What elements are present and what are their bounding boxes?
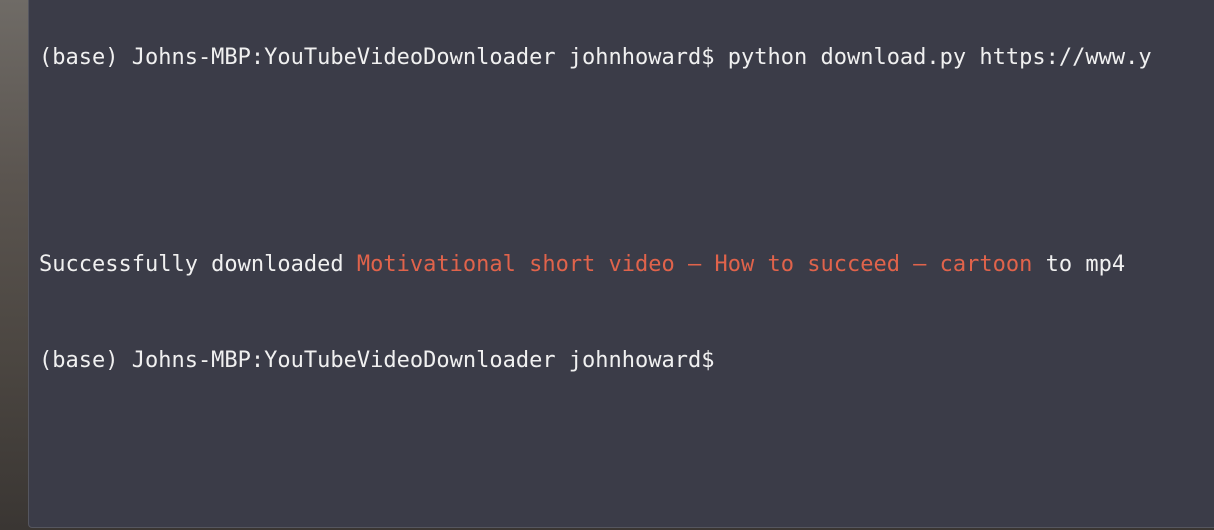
success-prefix-text: Successfully downloaded (39, 252, 357, 277)
terminal-command-line: (base) Johns-MBP:YouTubeVideoDownloader … (39, 45, 1152, 70)
success-suffix-text: to mp4 (1032, 252, 1126, 277)
downloaded-filename: Motivational short video – How to succee… (356, 252, 1033, 277)
terminal-window[interactable]: (base) Johns-MBP:YouTubeVideoDownloader … (28, 0, 1214, 528)
terminal-prompt-line: (base) Johns-MBP:YouTubeVideoDownloader … (39, 348, 715, 373)
terminal-success-line: Successfully downloaded Motivational sho… (39, 249, 1214, 281)
terminal-output[interactable]: (base) Johns-MBP:YouTubeVideoDownloader … (39, 0, 1214, 441)
